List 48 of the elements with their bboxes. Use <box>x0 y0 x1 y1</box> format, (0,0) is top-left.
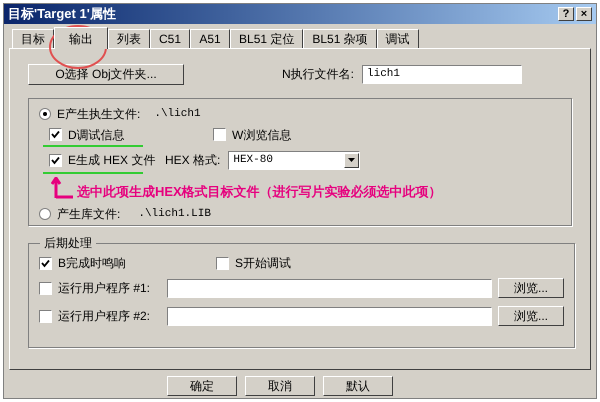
checkbox-label: 运行用户程序 #2: <box>58 308 150 325</box>
radio-button[interactable] <box>39 208 51 220</box>
dialog-button[interactable]: 确定 <box>167 376 237 396</box>
tab[interactable]: 调试 <box>376 29 419 48</box>
checkbox[interactable] <box>39 282 52 294</box>
help-button[interactable]: ? <box>558 7 574 21</box>
tab[interactable]: 输出 <box>54 27 108 49</box>
browse-button[interactable]: 浏览... <box>498 278 564 298</box>
checkbox-label: B完成时鸣响 <box>58 255 126 272</box>
tab[interactable]: BL51 杂项 <box>303 29 377 48</box>
checkbox[interactable] <box>39 256 52 270</box>
input-field[interactable] <box>167 278 492 298</box>
tab[interactable]: A51 <box>190 29 230 48</box>
checkbox-label: S开始调试 <box>235 255 292 272</box>
input-field[interactable] <box>167 306 492 326</box>
checkbox[interactable] <box>49 154 62 167</box>
checkbox[interactable] <box>49 128 62 142</box>
dialog-button[interactable]: 取消 <box>245 376 315 396</box>
tab[interactable]: BL51 定位 <box>230 29 304 48</box>
tab[interactable]: C51 <box>150 29 190 48</box>
field-label: N执行文件名: <box>282 66 354 83</box>
path-text: .\lich1 <box>154 106 201 122</box>
checkbox[interactable] <box>213 128 226 142</box>
field-label: HEX 格式: <box>165 152 220 170</box>
checkbox[interactable] <box>216 256 229 270</box>
input-field[interactable]: lich1 <box>362 64 522 84</box>
group-title: 后期处理 <box>43 235 93 252</box>
browse-button[interactable]: 浏览... <box>498 306 564 326</box>
radio-button[interactable] <box>39 108 51 120</box>
highlight-circle <box>48 24 108 70</box>
radio-label: 产生库文件: <box>57 206 120 224</box>
checkbox[interactable] <box>39 310 52 322</box>
window-title: 目标'Target 1'属性 <box>8 5 116 24</box>
annotation-text: 选中此项生成HEX格式目标文件（进行写片实验必须选中此项） <box>77 182 442 201</box>
dialog-button[interactable]: 默认 <box>323 376 393 396</box>
checkbox-label: D调试信息 <box>68 126 125 144</box>
checkbox-label: W浏览信息 <box>232 126 292 144</box>
checkbox-label: 运行用户程序 #1: <box>58 280 150 297</box>
radio-label: E产生执生文件: <box>57 106 140 123</box>
tab[interactable]: 目标 <box>12 29 54 48</box>
caret-icon <box>344 152 360 168</box>
path-text: .\lich1.LIB <box>138 206 211 222</box>
select-folder-button[interactable]: O选择 Obj文件夹... <box>28 64 184 84</box>
checkbox-label: E生成 HEX 文件 <box>68 152 156 170</box>
arrow-icon <box>51 177 73 200</box>
tab[interactable]: 列表 <box>108 29 150 48</box>
close-button[interactable]: × <box>576 7 592 21</box>
dropdown[interactable]: HEX-80 <box>228 150 360 170</box>
